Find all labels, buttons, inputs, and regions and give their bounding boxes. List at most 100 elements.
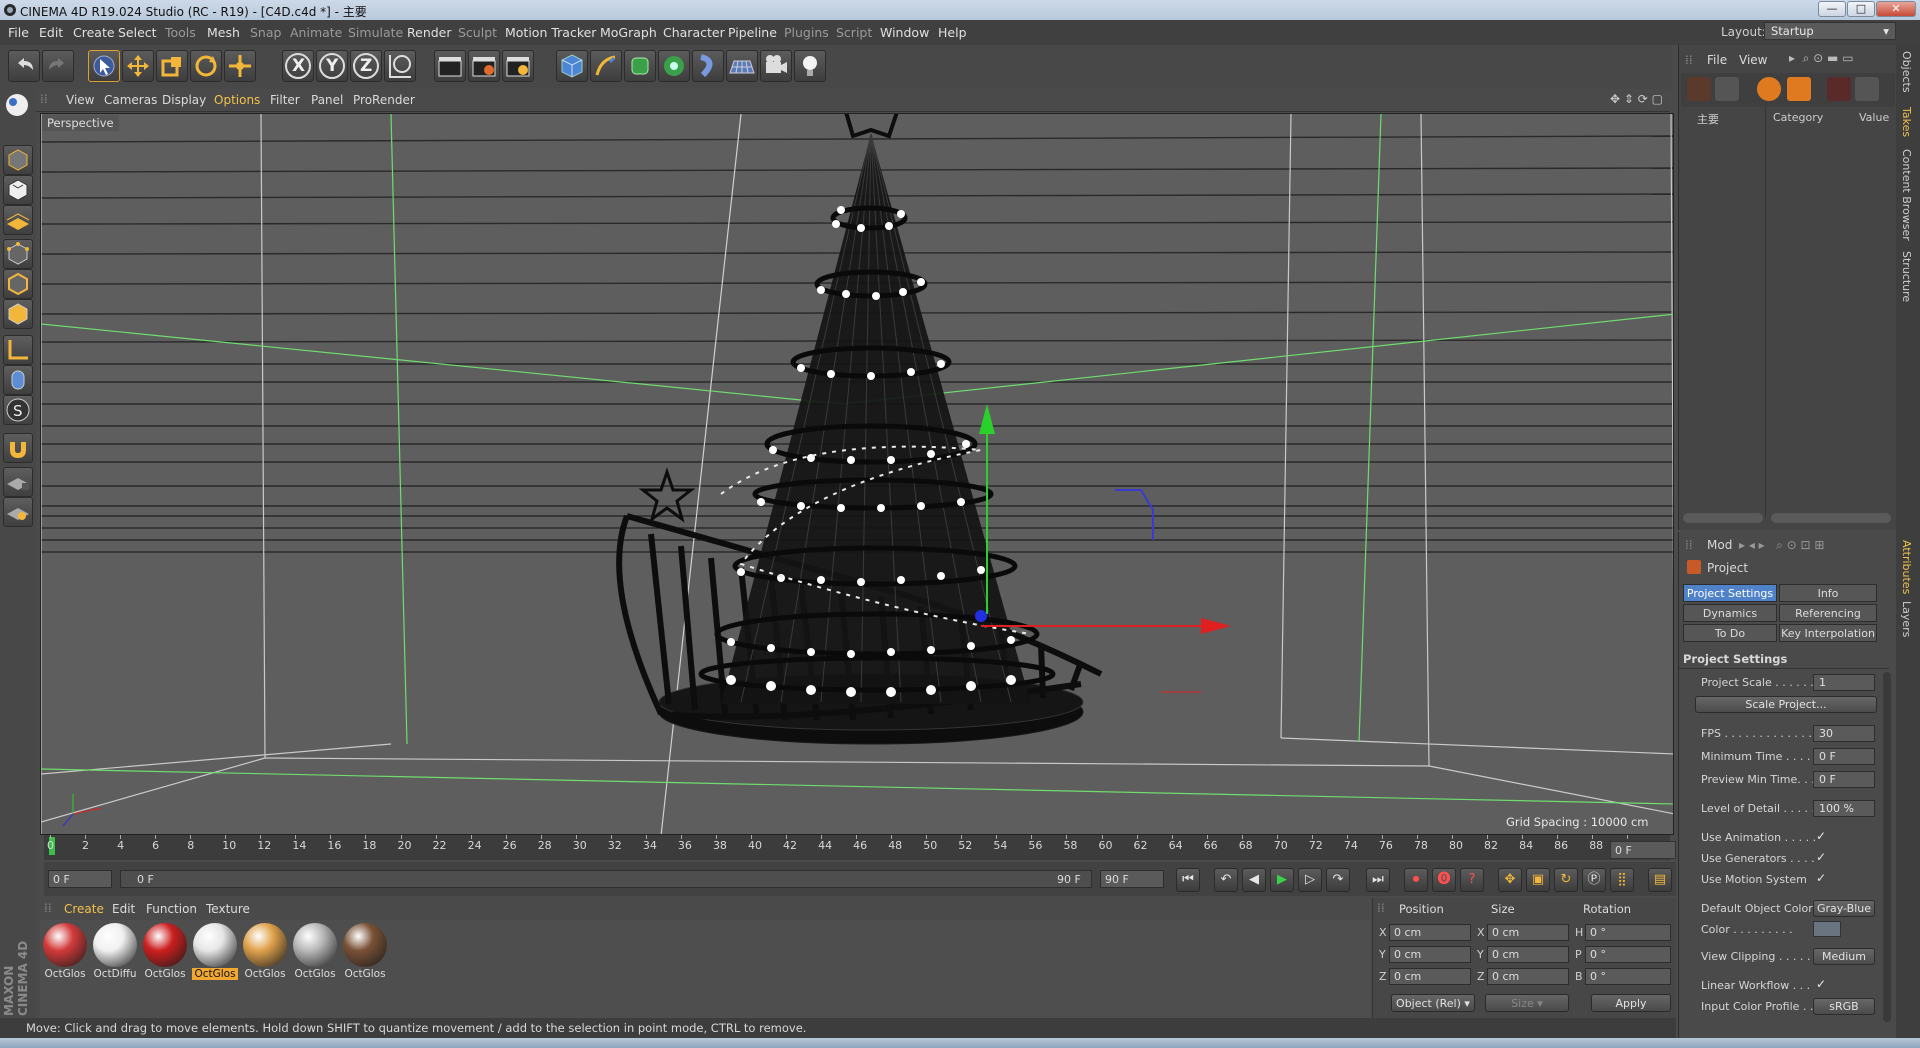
material-menu-texture[interactable]: Texture bbox=[206, 902, 250, 916]
position-x-field[interactable]: 0 cm bbox=[1389, 924, 1471, 941]
key-parameter-button[interactable]: Ⓟ bbox=[1582, 868, 1606, 892]
lod-field[interactable]: 100 % bbox=[1813, 800, 1875, 817]
redo-button[interactable] bbox=[42, 50, 74, 82]
default-color-select[interactable]: Gray-Blue bbox=[1813, 900, 1875, 917]
live-selection-button[interactable] bbox=[88, 50, 120, 82]
next-frame-button[interactable]: ▷ bbox=[1298, 868, 1322, 892]
menu-mograph[interactable]: MoGraph bbox=[600, 25, 657, 40]
axis-mode-button[interactable] bbox=[3, 335, 33, 365]
menu-edit[interactable]: Edit bbox=[39, 25, 63, 40]
start-frame-field[interactable]: 0 F bbox=[48, 870, 112, 888]
timeline-scheme-button[interactable]: ▤ bbox=[1648, 868, 1672, 892]
position-y-field[interactable]: 0 cm bbox=[1389, 946, 1471, 963]
multi-transform-button[interactable] bbox=[224, 50, 256, 82]
coordinate-mode-select[interactable]: Object (Rel) ▾ bbox=[1391, 994, 1475, 1012]
previous-frame-button[interactable]: ◀ bbox=[1242, 868, 1266, 892]
vertical-scrollbar[interactable] bbox=[1883, 672, 1891, 1022]
side-tab-layers[interactable]: Layers bbox=[1900, 601, 1913, 637]
render-view-button[interactable] bbox=[434, 50, 466, 82]
menu-sculpt[interactable]: Sculpt bbox=[458, 25, 497, 40]
override-icon[interactable] bbox=[1715, 77, 1739, 101]
size-x-field[interactable]: 0 cm bbox=[1487, 924, 1569, 941]
horizontal-scrollbar[interactable] bbox=[1683, 513, 1763, 523]
size-mode-select[interactable]: Size ▾ bbox=[1485, 994, 1569, 1012]
viewport-menu-display[interactable]: Display bbox=[162, 93, 206, 107]
preview-min-field[interactable]: 0 F bbox=[1813, 771, 1875, 788]
objects-header-icons[interactable]: ▸ ⌕ ⊙ ▬ ▭ bbox=[1789, 51, 1854, 66]
menu-create[interactable]: Create bbox=[73, 25, 115, 40]
cube-button[interactable] bbox=[556, 50, 588, 82]
menu-help[interactable]: Help bbox=[938, 25, 967, 40]
tweak-mode-button[interactable] bbox=[3, 365, 33, 395]
floor-button[interactable] bbox=[726, 50, 758, 82]
material-menu-edit[interactable]: Edit bbox=[112, 902, 135, 916]
key-scale-button[interactable]: ▣ bbox=[1526, 868, 1550, 892]
rotation-h-field[interactable]: 0 ° bbox=[1585, 924, 1671, 941]
grid-icon[interactable] bbox=[1855, 77, 1879, 101]
tab-referencing[interactable]: Referencing bbox=[1779, 604, 1877, 622]
end-frame-field[interactable]: 90 F bbox=[1100, 870, 1164, 888]
attributes-mode-menu[interactable]: Mod bbox=[1707, 538, 1732, 552]
size-y-field[interactable]: 0 cm bbox=[1487, 946, 1569, 963]
preview-range-slider[interactable]: 0 F 90 F bbox=[120, 870, 1092, 888]
menu-script[interactable]: Script bbox=[836, 25, 872, 40]
viewport-menu-prorender[interactable]: ProRender bbox=[353, 93, 415, 107]
drag-handle-icon[interactable]: ⁞⁞ bbox=[44, 901, 52, 915]
key-rotation-button[interactable]: ↻ bbox=[1554, 868, 1578, 892]
key-position-button[interactable]: ✥ bbox=[1498, 868, 1522, 892]
fps-field[interactable]: 30 bbox=[1813, 725, 1875, 742]
light-button[interactable] bbox=[794, 50, 826, 82]
tab-info[interactable]: Info bbox=[1779, 584, 1877, 602]
timeline-ruler[interactable]: 0 2 4 6 8 10 12 14 16 18 20 22 24 26 28 30 32 34 36 38 40 42 4… bbox=[44, 835, 1670, 860]
menu-render[interactable]: Render bbox=[407, 25, 452, 40]
perspective-viewport[interactable] bbox=[40, 113, 1674, 835]
previous-key-button[interactable]: ↶ bbox=[1214, 868, 1238, 892]
close-button[interactable]: ✕ bbox=[1876, 1, 1916, 17]
use-generators-checkbox[interactable]: ✓ bbox=[1816, 850, 1826, 864]
color-swatch[interactable] bbox=[1813, 921, 1841, 937]
menu-pipeline[interactable]: Pipeline bbox=[728, 25, 777, 40]
subdivision-button[interactable] bbox=[624, 50, 656, 82]
viewport-nav-icons[interactable]: ✥ ⇕ ⟳ ▢ bbox=[1610, 92, 1663, 106]
tab-to-do[interactable]: To Do bbox=[1683, 624, 1777, 642]
key-pla-button[interactable]: ⣿ bbox=[1610, 868, 1634, 892]
material-swatch[interactable]: OctGlos bbox=[142, 922, 188, 986]
menu-simulate[interactable]: Simulate bbox=[348, 25, 403, 40]
render-settings-button[interactable] bbox=[502, 50, 534, 82]
attributes-nav-icons[interactable]: ▸ ◂ ▸ ⌕ ⊙ ⊡ ⊞ bbox=[1739, 538, 1824, 553]
menu-select[interactable]: Select bbox=[118, 25, 157, 40]
use-motion-checkbox[interactable]: ✓ bbox=[1816, 871, 1826, 885]
y-axis-button[interactable]: Y bbox=[316, 50, 348, 82]
minimize-button[interactable]: — bbox=[1818, 1, 1846, 17]
viewport-menu-view[interactable]: View bbox=[66, 93, 94, 107]
scale-tool-button[interactable] bbox=[156, 50, 188, 82]
linear-workflow-checkbox[interactable]: ✓ bbox=[1816, 977, 1826, 991]
next-key-button[interactable]: ↷ bbox=[1326, 868, 1350, 892]
material-menu-function[interactable]: Function bbox=[146, 902, 197, 916]
side-tab-attributes[interactable]: Attributes bbox=[1900, 540, 1913, 594]
side-tab-content-browser[interactable]: Content Browser bbox=[1900, 149, 1913, 241]
material-swatch[interactable]: OctGlos bbox=[192, 922, 238, 986]
lock-take-icon[interactable] bbox=[1787, 77, 1811, 101]
auto-take-icon[interactable] bbox=[1757, 77, 1781, 101]
objects-menu-view[interactable]: View bbox=[1739, 53, 1767, 67]
menu-snap[interactable]: Snap bbox=[250, 25, 281, 40]
apply-button[interactable]: Apply bbox=[1591, 994, 1671, 1012]
go-to-start-button[interactable]: ⏮ bbox=[1176, 868, 1200, 892]
move-tool-button[interactable] bbox=[122, 50, 154, 82]
min-time-field[interactable]: 0 F bbox=[1813, 748, 1875, 765]
menu-window[interactable]: Window bbox=[880, 25, 929, 40]
menu-tools[interactable]: Tools bbox=[165, 25, 196, 40]
position-z-field[interactable]: 0 cm bbox=[1389, 968, 1471, 985]
workplane-mode-button[interactable] bbox=[3, 205, 33, 235]
side-tab-objects[interactable]: Objects bbox=[1900, 51, 1913, 93]
lock-workplane-button[interactable] bbox=[3, 467, 33, 497]
undo-button[interactable] bbox=[8, 50, 40, 82]
tab-dynamics[interactable]: Dynamics bbox=[1683, 604, 1777, 622]
input-profile-select[interactable]: sRGB bbox=[1813, 998, 1875, 1015]
rotation-p-field[interactable]: 0 ° bbox=[1585, 946, 1671, 963]
menu-motion-tracker[interactable]: Motion Tracker bbox=[505, 25, 596, 40]
material-swatch[interactable]: OctGlos bbox=[42, 922, 88, 986]
tab-project-settings[interactable]: Project Settings bbox=[1683, 584, 1777, 602]
menu-file[interactable]: File bbox=[8, 25, 29, 40]
